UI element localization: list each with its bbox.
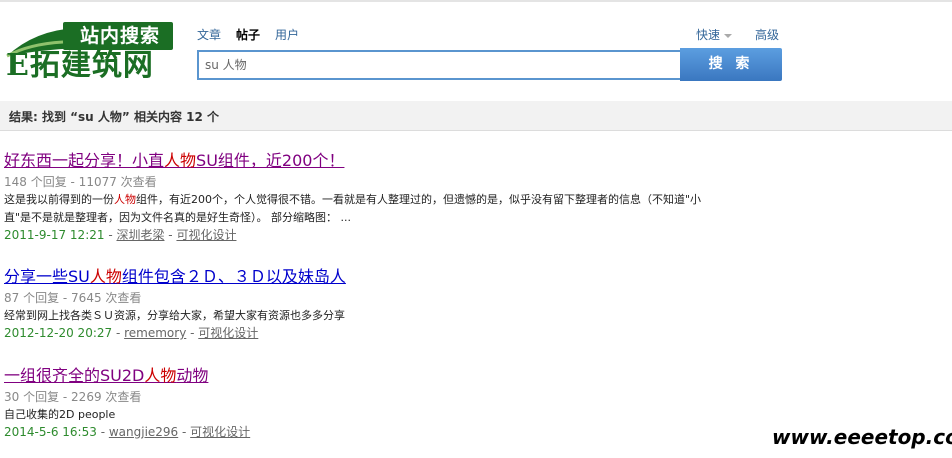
result-summary: 结果: 找到 “su 人物” 相关内容 12 个 bbox=[9, 110, 220, 124]
result-item: 好东西一起分享！小直人物SU组件，近200个！ 148 个回复 - 11077 … bbox=[4, 150, 944, 243]
category-link[interactable]: 可视化设计 bbox=[176, 228, 236, 242]
tab-articles[interactable]: 文章 bbox=[197, 28, 221, 42]
top-divider bbox=[0, 0, 952, 2]
author-link[interactable]: 深圳老梁 bbox=[116, 228, 164, 242]
result-snippet: 自己收集的2D people bbox=[4, 408, 116, 421]
chevron-down-icon bbox=[724, 33, 733, 38]
author-link[interactable]: rememory bbox=[124, 326, 186, 340]
site-logo[interactable]: 站内搜索 E拓建筑网 bbox=[5, 20, 177, 86]
quick-label: 快速 bbox=[696, 28, 721, 42]
tab-posts[interactable]: 帖子 bbox=[236, 28, 260, 42]
category-link[interactable]: 可视化设计 bbox=[198, 326, 258, 340]
advanced-search-link[interactable]: 高级 bbox=[755, 26, 779, 43]
tab-users[interactable]: 用户 bbox=[275, 28, 299, 42]
result-date: 2014-5-6 16:53 bbox=[4, 425, 97, 439]
result-stats: 148 个回复 - 11077 次查看 bbox=[4, 175, 157, 189]
result-snippet: 经常到网上找各类ＳＵ资源，分享给大家，希望大家有资源也多多分享 bbox=[4, 309, 345, 322]
category-link[interactable]: 可视化设计 bbox=[190, 425, 250, 439]
result-summary-bar: 结果: 找到 “su 人物” 相关内容 12 个 bbox=[0, 101, 952, 131]
result-item: 分享一些SU人物组件包含２Ｄ、３Ｄ以及妹岛人 87 个回复 - 7645 次查看… bbox=[4, 266, 944, 341]
result-stats: 30 个回复 - 2269 次查看 bbox=[4, 390, 142, 404]
result-meta: 2012-12-20 20:27 - rememory - 可视化设计 bbox=[4, 326, 259, 340]
watermark: www.eeeetop.com bbox=[772, 425, 952, 449]
search-button[interactable]: 搜 索 bbox=[680, 48, 782, 81]
search-type-tabs: 文章 帖子 用户 bbox=[197, 26, 314, 43]
result-date: 2012-12-20 20:27 bbox=[4, 326, 113, 340]
result-title-link[interactable]: 分享一些SU人物组件包含２Ｄ、３Ｄ以及妹岛人 bbox=[4, 266, 944, 288]
result-snippet: 这是我以前得到的一份人物组件，有近200个，个人觉得很不错。一看就是有人整理过的… bbox=[4, 193, 702, 224]
author-link[interactable]: wangjie296 bbox=[109, 425, 178, 439]
logo-caption: 站内搜索 bbox=[79, 25, 160, 47]
result-date: 2011-9-17 12:21 bbox=[4, 228, 105, 242]
result-title-link[interactable]: 一组很齐全的SU2D人物动物 bbox=[4, 365, 944, 387]
result-meta: 2011-9-17 12:21 - 深圳老梁 - 可视化设计 bbox=[4, 228, 237, 242]
result-title-link[interactable]: 好东西一起分享！小直人物SU组件，近200个！ bbox=[4, 150, 944, 172]
logo-text: E拓建筑网 bbox=[6, 48, 154, 83]
result-stats: 87 个回复 - 7645 次查看 bbox=[4, 291, 142, 305]
quick-dropdown[interactable]: 快速 bbox=[696, 26, 733, 43]
search-input[interactable]: su 人物 bbox=[197, 50, 684, 80]
